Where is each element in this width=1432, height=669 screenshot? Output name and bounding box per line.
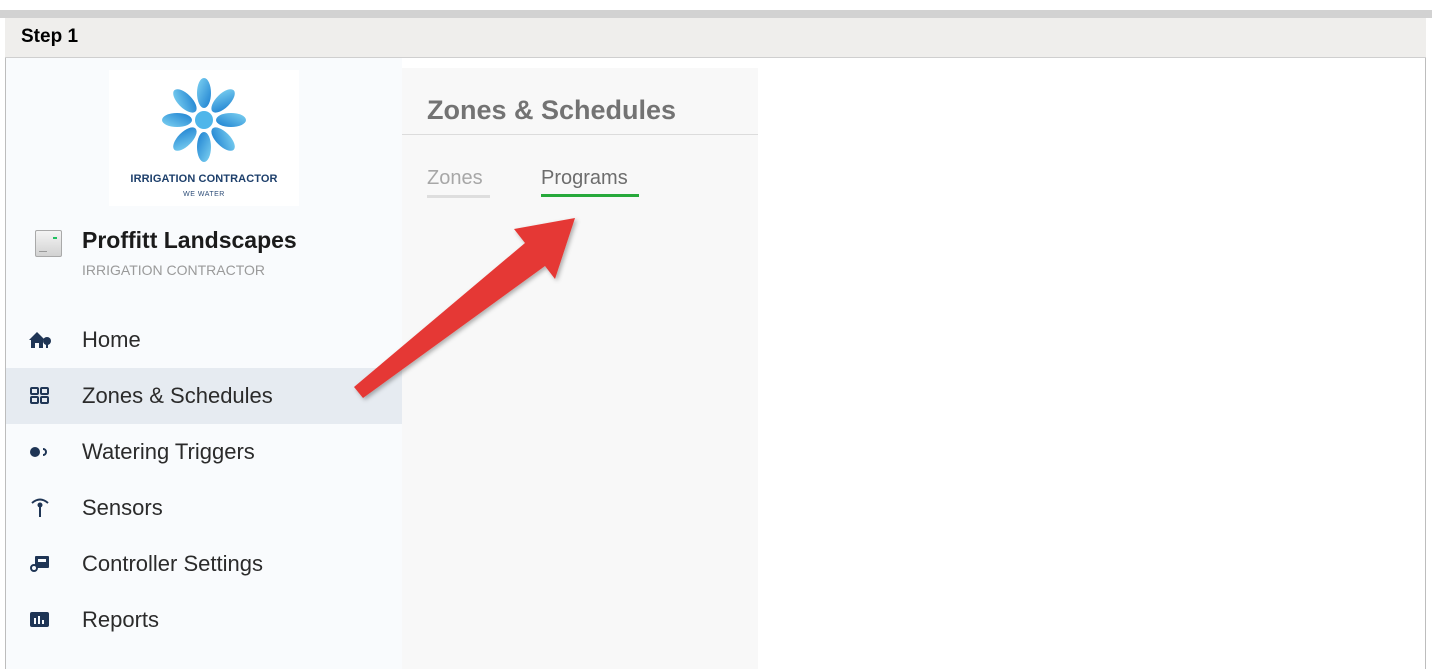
- step-header: Step 1: [5, 18, 1426, 58]
- logo-subtitle: WE WATER: [183, 191, 225, 198]
- controller-device-icon: [35, 230, 62, 257]
- logo-title: IRRIGATION CONTRACTOR: [130, 173, 278, 185]
- water-splash-logo-icon: [162, 78, 246, 162]
- sidebar-item-label: Home: [82, 327, 141, 352]
- account-type: IRRIGATION CONTRACTOR: [82, 262, 266, 278]
- sidebar-item-controller-settings[interactable]: Controller Settings: [6, 536, 402, 592]
- account-name: Proffitt Landscapes: [82, 227, 297, 253]
- company-logo: IRRIGATION CONTRACTOR WE WATER: [109, 70, 299, 206]
- sidebar-item-label: Reports: [82, 607, 160, 632]
- home-icon: [29, 332, 51, 348]
- device-slot: [39, 251, 47, 252]
- antenna-icon: [31, 498, 49, 517]
- panel-divider: [402, 134, 758, 135]
- zones-schedules-panel: Zones & Schedules Zones Programs: [402, 68, 758, 669]
- panel-title: Zones & Schedules: [427, 95, 677, 125]
- trigger-toggle-icon: [30, 447, 47, 457]
- sidebar-item-zones-schedules[interactable]: Zones & Schedules: [6, 368, 402, 424]
- step-label: Step 1: [21, 26, 79, 47]
- status-led: [53, 237, 57, 239]
- sidebar-item-watering-triggers[interactable]: Watering Triggers: [6, 424, 402, 480]
- zones-grid-icon: [30, 387, 49, 404]
- sidebar-item-reports[interactable]: Reports: [6, 592, 402, 648]
- controller-settings-icon: [30, 556, 49, 572]
- sidebar-item-label: Sensors: [82, 495, 163, 520]
- sidebar-item-label: Zones & Schedules: [82, 383, 273, 408]
- tab-zones[interactable]: Zones: [427, 167, 483, 190]
- sidebar-item-sensors[interactable]: Sensors: [6, 480, 402, 536]
- sidebar: IRRIGATION CONTRACTOR WE WATER Proffitt …: [6, 58, 402, 669]
- tab-zones-underline: [427, 195, 490, 198]
- top-border-bar: [0, 10, 1432, 18]
- sidebar-item-label: Controller Settings: [82, 551, 263, 576]
- tab-programs[interactable]: Programs: [541, 167, 628, 190]
- tab-programs-active-indicator: [541, 194, 639, 197]
- sidebar-item-home[interactable]: Home: [6, 312, 402, 368]
- sidebar-item-label: Watering Triggers: [82, 439, 255, 464]
- frame-right-border: [1425, 58, 1426, 669]
- bar-chart-icon: [30, 612, 49, 627]
